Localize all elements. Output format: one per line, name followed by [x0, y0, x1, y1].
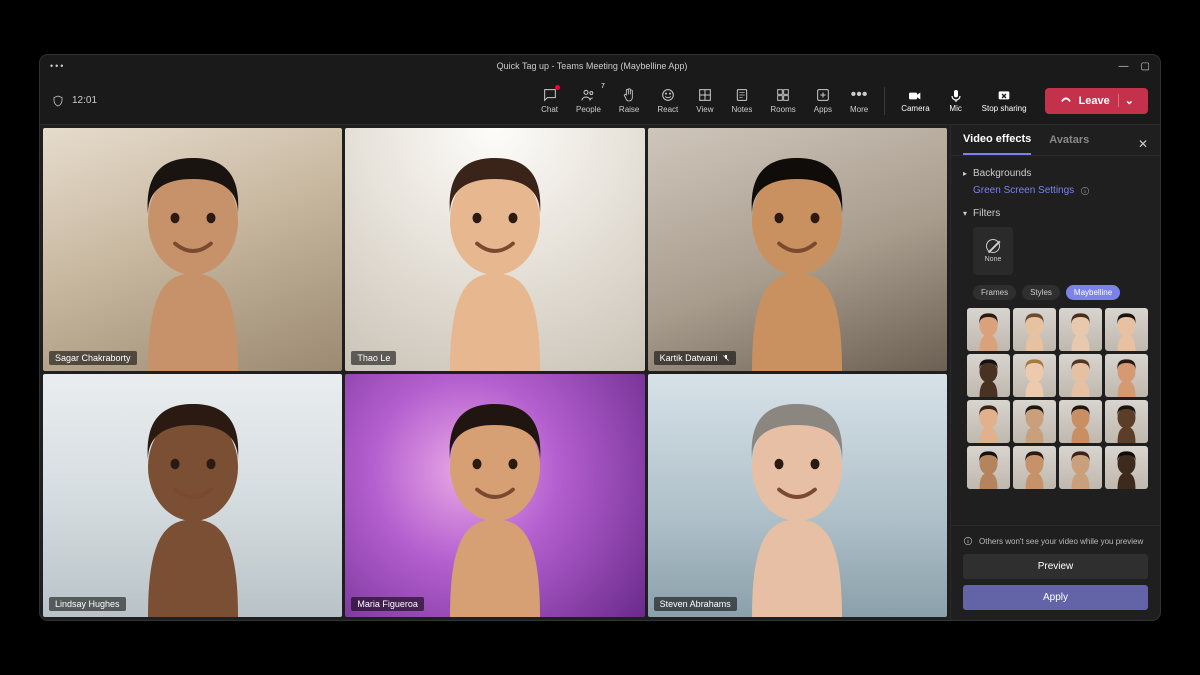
tab-avatars[interactable]: Avatars	[1049, 134, 1089, 154]
participant-tile[interactable]: Maria Figueroa	[345, 374, 644, 617]
info-icon	[1080, 186, 1090, 196]
apps-button[interactable]: Apps	[806, 83, 840, 118]
tab-video-effects[interactable]: Video effects	[963, 133, 1031, 155]
green-screen-link[interactable]: Green Screen Settings	[963, 183, 1148, 204]
shield-icon	[52, 94, 64, 108]
titlebar-menu-icon[interactable]: •••	[50, 61, 65, 71]
participant-tile[interactable]: Lindsay Hughes	[43, 374, 342, 617]
filter-thumbnail[interactable]	[1059, 400, 1102, 443]
video-grid: Sagar Chakraborty Thao Le Kartik Datwani	[40, 125, 950, 620]
section-filters[interactable]: ▾ Filters	[963, 204, 1148, 223]
filter-thumbnails	[967, 308, 1148, 489]
filter-thumbnail[interactable]	[967, 400, 1010, 443]
participant-tile[interactable]: Thao Le	[345, 128, 644, 371]
none-icon	[986, 239, 1000, 253]
react-button[interactable]: React	[649, 83, 686, 118]
participant-tile[interactable]: Steven Abrahams	[648, 374, 947, 617]
toolbar-divider	[884, 87, 885, 115]
participant-video	[43, 374, 342, 617]
filter-thumbnail[interactable]	[1105, 308, 1148, 351]
people-count-badge: 7	[601, 83, 605, 90]
participant-name-tag: Kartik Datwani	[654, 351, 736, 365]
chat-button[interactable]: Chat	[533, 83, 566, 118]
filter-thumbnail[interactable]	[1013, 446, 1056, 489]
meeting-title: Quick Tag up - Teams Meeting (Maybelline…	[73, 61, 1110, 71]
apply-button[interactable]: Apply	[963, 585, 1148, 610]
participant-name: Thao Le	[357, 353, 390, 363]
maximize-icon[interactable]: ▢	[1141, 61, 1150, 72]
notes-button[interactable]: Notes	[723, 83, 760, 118]
participant-name-tag: Lindsay Hughes	[49, 597, 126, 611]
mic-muted-icon	[722, 354, 730, 362]
info-icon	[963, 536, 973, 546]
raise-hand-button[interactable]: Raise	[611, 83, 647, 118]
participant-video	[648, 128, 947, 371]
participant-name-tag: Thao Le	[351, 351, 396, 365]
leave-icon	[1059, 94, 1073, 108]
filter-thumbnail[interactable]	[1013, 400, 1056, 443]
filter-thumbnail[interactable]	[1013, 308, 1056, 351]
filter-thumbnail[interactable]	[967, 354, 1010, 397]
titlebar: ••• Quick Tag up - Teams Meeting (Maybel…	[40, 55, 1160, 77]
minimize-icon[interactable]: —	[1119, 61, 1129, 72]
participant-name: Steven Abrahams	[660, 599, 731, 609]
filter-thumbnail[interactable]	[967, 446, 1010, 489]
leave-button[interactable]: Leave ⌄	[1045, 88, 1148, 114]
filter-thumbnail[interactable]	[1105, 354, 1148, 397]
participant-name: Sagar Chakraborty	[55, 353, 131, 363]
participant-name: Maria Figueroa	[357, 599, 418, 609]
chat-badge-icon	[555, 85, 560, 90]
participant-name-tag: Sagar Chakraborty	[49, 351, 137, 365]
filter-thumbnail[interactable]	[1059, 446, 1102, 489]
rooms-button[interactable]: Rooms	[762, 83, 803, 118]
view-button[interactable]: View	[688, 83, 721, 118]
section-backgrounds[interactable]: ▸ Backgrounds	[963, 164, 1148, 183]
more-button[interactable]: ••• More	[842, 83, 876, 118]
filter-thumbnail[interactable]	[1105, 400, 1148, 443]
participant-name-tag: Maria Figueroa	[351, 597, 424, 611]
pill-frames[interactable]: Frames	[973, 285, 1016, 300]
camera-button[interactable]: Camera	[893, 84, 937, 117]
filter-thumbnail[interactable]	[967, 308, 1010, 351]
people-button[interactable]: 7 People	[568, 83, 609, 118]
participant-name: Kartik Datwani	[660, 353, 718, 363]
video-effects-panel: Video effects Avatars ✕ ▸ Backgrounds Gr…	[950, 125, 1160, 620]
preview-hint: Others won't see your video while you pr…	[963, 536, 1148, 546]
participant-video	[43, 128, 342, 371]
chevron-down-icon[interactable]: ⌄	[1118, 94, 1134, 107]
teams-meeting-window: ••• Quick Tag up - Teams Meeting (Maybel…	[40, 55, 1160, 620]
stop-sharing-button[interactable]: Stop sharing	[974, 84, 1035, 117]
caret-down-icon: ▾	[963, 209, 967, 218]
filter-thumbnail[interactable]	[1059, 354, 1102, 397]
pill-maybelline[interactable]: Maybelline	[1066, 285, 1120, 300]
window-controls: — ▢	[1119, 61, 1150, 72]
filter-thumbnail[interactable]	[1013, 354, 1056, 397]
filter-thumbnail[interactable]	[1059, 308, 1102, 351]
participant-tile[interactable]: Sagar Chakraborty	[43, 128, 342, 371]
participant-name: Lindsay Hughes	[55, 599, 120, 609]
mic-button[interactable]: Mic	[940, 84, 972, 117]
pill-styles[interactable]: Styles	[1022, 285, 1060, 300]
participant-video	[648, 374, 947, 617]
caret-right-icon: ▸	[963, 169, 967, 178]
participant-name-tag: Steven Abrahams	[654, 597, 737, 611]
participant-video	[345, 128, 644, 371]
filter-thumbnail[interactable]	[1105, 446, 1148, 489]
participant-tile[interactable]: Kartik Datwani	[648, 128, 947, 371]
close-icon[interactable]: ✕	[1138, 137, 1148, 151]
meeting-toolbar: 12:01 Chat 7 People Raise	[40, 77, 1160, 125]
participant-video	[345, 374, 644, 617]
filter-none[interactable]: None	[973, 227, 1013, 275]
meeting-time: 12:01	[72, 95, 97, 106]
preview-button[interactable]: Preview	[963, 554, 1148, 579]
